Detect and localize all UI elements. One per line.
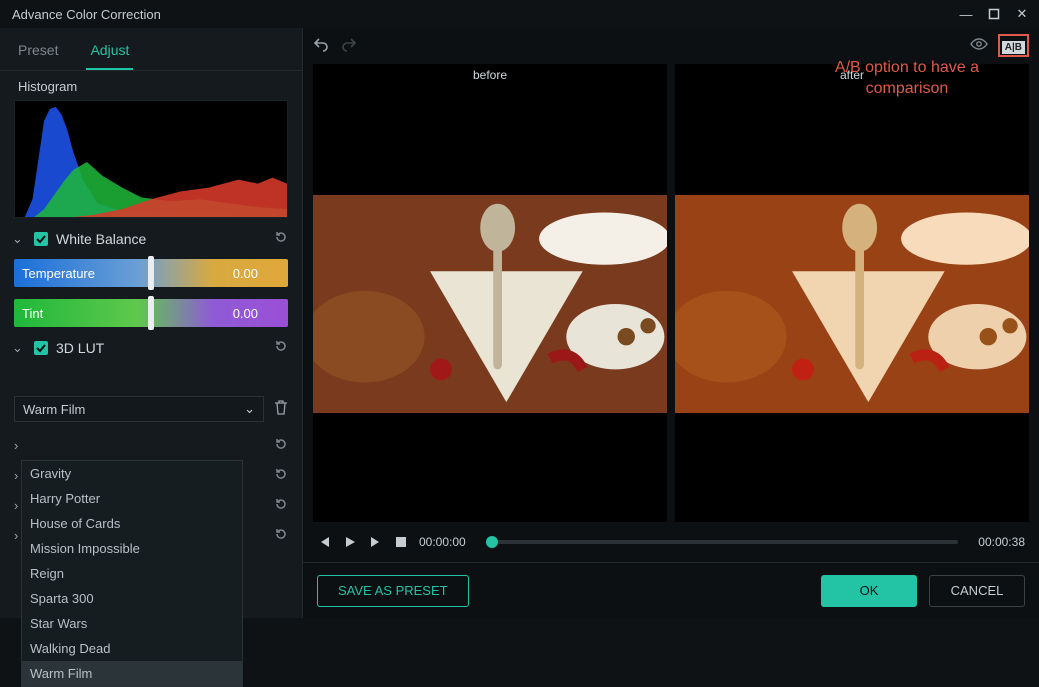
slider-thumb[interactable]: [148, 256, 154, 290]
play-button[interactable]: [343, 535, 357, 549]
white-balance-title: White Balance: [56, 231, 266, 247]
chevron-down-icon[interactable]: ⌄: [12, 340, 26, 356]
tint-slider[interactable]: Tint 0.00: [14, 299, 288, 327]
ok-button[interactable]: OK: [821, 575, 917, 607]
reset-icon[interactable]: [274, 230, 290, 247]
lut-option[interactable]: Walking Dead: [22, 636, 242, 661]
transport-bar: 00:00:00 00:00:38: [303, 522, 1039, 562]
histogram-label: Histogram: [0, 71, 302, 98]
sidebar: Preset Adjust Histogram ⌄ White Balance …: [0, 28, 303, 618]
lut-option[interactable]: Star Wars: [22, 611, 242, 636]
tab-adjust[interactable]: Adjust: [86, 36, 133, 70]
close-button[interactable]: ✕: [1013, 5, 1031, 23]
temperature-slider[interactable]: Temperature 0.00: [14, 259, 288, 287]
lut-header: ⌄ 3D LUT: [0, 333, 302, 362]
window-controls: — ✕: [957, 5, 1031, 23]
reset-icon[interactable]: [274, 339, 290, 356]
preview-toolbar: A|B: [303, 28, 1039, 62]
lut-dropdown-list[interactable]: GravityHarry PotterHouse of CardsMission…: [21, 460, 243, 687]
eye-icon[interactable]: [970, 37, 988, 54]
lut-option[interactable]: Mission Impossible: [22, 536, 242, 561]
slider-thumb[interactable]: [148, 296, 154, 330]
annotation-text: A/B option to have a comparison: [835, 58, 979, 100]
tint-value: 0.00: [233, 306, 258, 321]
redo-icon[interactable]: [341, 36, 357, 55]
before-image: [313, 86, 667, 522]
minimize-button[interactable]: —: [957, 5, 975, 23]
sidebar-tabs: Preset Adjust: [0, 28, 302, 71]
next-frame-button[interactable]: [369, 535, 383, 549]
after-pane: after: [675, 64, 1029, 522]
cancel-button[interactable]: CANCEL: [929, 575, 1025, 607]
lut-option[interactable]: Harry Potter: [22, 486, 242, 511]
chevron-right-icon[interactable]: ›: [14, 438, 32, 453]
compare-panes: before: [303, 62, 1039, 522]
lut-option[interactable]: Reign: [22, 561, 242, 586]
lut-option[interactable]: House of Cards: [22, 511, 242, 536]
after-image: [675, 86, 1029, 522]
lut-dropdown[interactable]: Warm Film ⌄: [14, 396, 264, 422]
save-preset-button[interactable]: SAVE AS PRESET: [317, 575, 469, 607]
before-pane: before: [313, 64, 667, 522]
titlebar: Advance Color Correction — ✕: [0, 0, 1039, 28]
chevron-down-icon: ⌄: [244, 401, 255, 417]
window-title: Advance Color Correction: [8, 7, 957, 22]
lut-selected: Warm Film: [23, 402, 85, 417]
ab-compare-highlight: A|B: [998, 34, 1029, 57]
ab-compare-button[interactable]: A|B: [1002, 41, 1025, 54]
lut-title: 3D LUT: [56, 340, 266, 356]
tint-label: Tint: [22, 306, 43, 321]
histogram-display: [14, 100, 288, 218]
reset-icon[interactable]: [274, 497, 288, 514]
preview-area: A|B A/B option to have a comparison befo…: [303, 28, 1039, 618]
timeline-track[interactable]: [486, 540, 959, 544]
before-label: before: [313, 64, 667, 86]
reset-icon[interactable]: [274, 437, 288, 454]
reset-icon[interactable]: [274, 527, 288, 544]
stop-button[interactable]: [395, 536, 407, 548]
trash-icon[interactable]: [274, 400, 288, 419]
lut-checkbox[interactable]: [34, 341, 48, 355]
current-time: 00:00:00: [419, 535, 466, 549]
chevron-down-icon[interactable]: ⌄: [12, 231, 26, 247]
total-time: 00:00:38: [978, 535, 1025, 549]
maximize-button[interactable]: [985, 5, 1003, 23]
temperature-label: Temperature: [22, 266, 95, 281]
prev-frame-button[interactable]: [317, 535, 331, 549]
tab-preset[interactable]: Preset: [14, 36, 62, 70]
lut-option[interactable]: Warm Film: [22, 661, 242, 686]
lut-option[interactable]: Gravity: [22, 461, 242, 486]
white-balance-checkbox[interactable]: [34, 232, 48, 246]
temperature-value: 0.00: [233, 266, 258, 281]
footer-bar: SAVE AS PRESET OK CANCEL: [303, 562, 1039, 618]
lut-option[interactable]: Sparta 300: [22, 586, 242, 611]
reset-icon[interactable]: [274, 467, 288, 484]
white-balance-header: ⌄ White Balance: [0, 224, 302, 253]
lut-select-row: Warm Film ⌄: [14, 396, 288, 422]
undo-icon[interactable]: [313, 36, 329, 55]
playhead[interactable]: [486, 536, 498, 548]
